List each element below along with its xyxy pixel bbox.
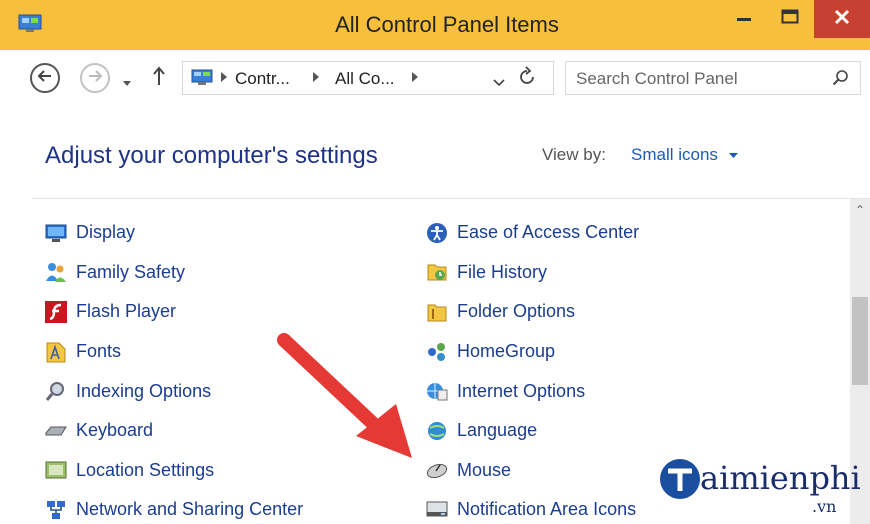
item-location-settings[interactable]: Location Settings	[45, 451, 303, 491]
forward-arrow-icon	[87, 69, 103, 88]
flash-player-icon	[45, 300, 67, 323]
view-by-value: Small icons	[631, 145, 718, 164]
item-label: Flash Player	[76, 301, 177, 322]
item-mouse[interactable]: Mouse	[426, 451, 639, 491]
item-label: Ease of Access Center	[457, 222, 640, 243]
item-label: File History	[457, 261, 548, 282]
scroll-up-icon[interactable]: ⌃	[850, 203, 870, 217]
item-file-history[interactable]: File History	[426, 253, 639, 293]
back-button[interactable]	[30, 63, 60, 93]
item-internet-options[interactable]: Internet Options	[426, 371, 639, 411]
items-list-left: Display Family Safety Flash Player Fonts…	[45, 213, 303, 524]
watermark-text: aimienphi	[700, 459, 861, 497]
breadcrumb-separator-icon	[313, 72, 319, 85]
item-network-sharing[interactable]: Network and Sharing Center	[45, 490, 303, 524]
navigation-bar: Contr... All Co...	[0, 50, 870, 108]
maximize-button[interactable]	[768, 0, 812, 38]
item-label: Mouse	[457, 459, 512, 480]
location-settings-icon	[45, 459, 67, 481]
keyboard-icon	[45, 420, 67, 442]
breadcrumb-separator-icon	[221, 72, 227, 85]
item-language[interactable]: Language	[426, 411, 639, 451]
minimize-icon	[736, 9, 752, 30]
close-icon	[834, 9, 850, 30]
breadcrumb-separator-icon	[412, 72, 418, 85]
chevron-down-icon	[723, 145, 738, 164]
indexing-options-icon	[45, 380, 67, 402]
watermark: aimienphi .vn	[656, 453, 870, 524]
item-flash-player[interactable]: Flash Player	[45, 292, 303, 332]
ease-of-access-icon	[426, 222, 448, 244]
item-label: Fonts	[76, 341, 122, 362]
item-label: Location Settings	[76, 459, 215, 480]
breadcrumb-all-items[interactable]: All Co...	[335, 69, 395, 89]
address-dropdown-icon[interactable]	[493, 74, 505, 92]
item-display[interactable]: Display	[45, 213, 303, 253]
annotation-arrow	[277, 333, 412, 458]
item-fonts[interactable]: Fonts	[45, 332, 303, 372]
item-ease-of-access[interactable]: Ease of Access Center	[426, 213, 639, 253]
title-bar: All Control Panel Items	[0, 0, 870, 50]
item-label: Internet Options	[457, 380, 586, 401]
page-title: Adjust your computer's settings	[45, 142, 378, 169]
items-list-right: Ease of Access Center File History Folde…	[426, 213, 639, 524]
search-input[interactable]	[576, 68, 826, 90]
item-label: Notification Area Icons	[457, 499, 637, 520]
item-label: Family Safety	[76, 261, 186, 282]
refresh-icon	[520, 66, 534, 84]
up-arrow-icon	[153, 66, 165, 85]
item-homegroup[interactable]: HomeGroup	[426, 332, 639, 372]
scrollbar-thumb[interactable]	[852, 297, 868, 385]
item-label: Network and Sharing Center	[76, 499, 304, 520]
refresh-button[interactable]	[517, 66, 537, 94]
back-arrow-icon	[37, 69, 53, 88]
item-family-safety[interactable]: Family Safety	[45, 253, 303, 293]
file-history-icon	[426, 261, 448, 283]
network-icon	[45, 499, 67, 521]
item-label: Keyboard	[76, 420, 154, 441]
up-button[interactable]	[152, 66, 166, 92]
view-by-label: View by:	[542, 145, 606, 164]
item-label: Indexing Options	[76, 380, 212, 401]
watermark-suffix: .vn	[812, 497, 837, 516]
maximize-icon	[781, 9, 799, 30]
minimize-button[interactable]	[722, 0, 766, 38]
fonts-icon	[45, 341, 67, 363]
search-box[interactable]	[565, 61, 861, 95]
view-by-dropdown[interactable]: Small icons	[631, 145, 738, 165]
item-keyboard[interactable]: Keyboard	[45, 411, 303, 451]
watermark-logo-icon	[660, 459, 700, 499]
item-label: Display	[76, 222, 136, 243]
control-panel-icon	[191, 69, 213, 87]
forward-button[interactable]	[80, 63, 110, 93]
recent-locations-dropdown[interactable]	[123, 74, 131, 92]
search-icon[interactable]	[832, 69, 850, 92]
divider	[32, 198, 870, 199]
item-label: HomeGroup	[457, 341, 556, 362]
folder-options-icon	[426, 301, 448, 323]
item-indexing-options[interactable]: Indexing Options	[45, 371, 303, 411]
item-label: Folder Options	[457, 301, 576, 322]
breadcrumb-control-panel[interactable]: Contr...	[235, 69, 290, 89]
address-bar[interactable]: Contr... All Co...	[182, 61, 554, 95]
notification-area-icon	[426, 499, 448, 521]
item-label: Language	[457, 420, 538, 441]
item-folder-options[interactable]: Folder Options	[426, 292, 639, 332]
close-button[interactable]	[814, 0, 870, 38]
display-icon	[45, 222, 67, 244]
family-safety-icon	[45, 261, 67, 283]
item-notification-area-icons[interactable]: Notification Area Icons	[426, 490, 639, 524]
